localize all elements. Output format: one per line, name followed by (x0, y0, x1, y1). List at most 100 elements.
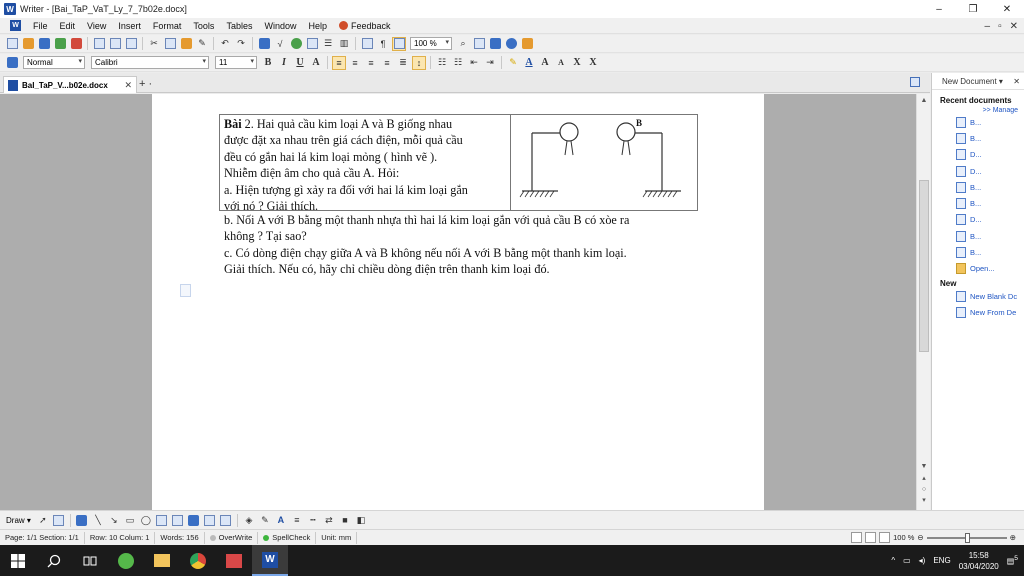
language-indicator[interactable]: ENG (933, 556, 950, 565)
paste-icon[interactable] (179, 37, 193, 51)
hyperlink-icon[interactable] (289, 37, 303, 51)
draw-font-color-button[interactable]: A (274, 513, 288, 527)
abc-spell-icon[interactable] (472, 37, 486, 51)
clock[interactable]: 15:58 03/04/2020 (959, 550, 999, 572)
taskbar-writer[interactable]: W (252, 545, 288, 576)
menu-view[interactable]: View (81, 21, 112, 31)
zoom-slider[interactable] (926, 532, 1007, 543)
align-left-icon[interactable]: ≡ (332, 55, 346, 70)
paragraph-object-icon[interactable] (180, 284, 191, 297)
menu-format[interactable]: Format (147, 21, 188, 31)
scrollbar-thumb[interactable] (919, 180, 929, 352)
fill-color-icon[interactable]: ◈ (242, 513, 256, 527)
underline-button[interactable]: U (293, 56, 307, 70)
highlight-icon[interactable]: ✎ (506, 56, 520, 70)
recent-doc-item[interactable]: B... (932, 244, 1024, 260)
open-document-item[interactable]: Open... (932, 261, 1024, 277)
textbox-icon[interactable] (155, 513, 169, 527)
vertical-scrollbar[interactable]: ▲ ▼ ▴ ○ ▾ (916, 94, 930, 510)
autoshapes-icon[interactable] (75, 513, 89, 527)
recent-doc-item[interactable]: D... (932, 212, 1024, 228)
italic-button[interactable]: I (277, 56, 291, 70)
find-icon[interactable]: ⌕ (456, 37, 470, 51)
spellcheck-icon[interactable] (124, 37, 138, 51)
insert-image-icon[interactable] (203, 513, 217, 527)
recent-doc-item[interactable]: B... (932, 130, 1024, 146)
menu-feedback[interactable]: Feedback (333, 20, 397, 31)
page-view-mode-icon[interactable] (851, 532, 863, 543)
picture-icon[interactable] (219, 513, 233, 527)
tab-close-icon[interactable]: ✕ (124, 80, 132, 91)
scroll-up-icon[interactable]: ▲ (918, 96, 930, 106)
font-size-combo[interactable]: 11 ▾ (215, 56, 257, 69)
subscript-button[interactable]: X (586, 56, 600, 70)
save-as-icon[interactable] (53, 37, 67, 51)
doc-restore-button[interactable]: ▫ (998, 21, 1002, 32)
document-page[interactable]: Bài 2. Hai quả cầu kim loại A và B giống… (152, 94, 764, 510)
page-view-icon[interactable] (392, 36, 406, 51)
arrow-icon[interactable]: ↘ (107, 513, 121, 527)
rectangle-icon[interactable]: ▭ (123, 513, 137, 527)
grow-font-button[interactable]: A (538, 56, 552, 70)
zoom-slider-knob[interactable] (964, 532, 970, 543)
menu-file[interactable]: File (27, 21, 54, 31)
font-color-button[interactable]: A (522, 56, 536, 70)
draw-menu-button[interactable]: Draw ▾ (6, 516, 31, 525)
wordart-icon[interactable] (187, 513, 201, 527)
rotate-icon[interactable] (52, 513, 66, 527)
close-button[interactable]: ✕ (990, 0, 1024, 18)
new-from-template-item[interactable]: New From De (932, 304, 1024, 320)
vertical-textbox-icon[interactable] (171, 513, 185, 527)
menu-insert[interactable]: Insert (112, 21, 147, 31)
shadow-icon[interactable]: ■ (338, 513, 352, 527)
dash-style-icon[interactable]: ┅ (306, 513, 320, 527)
menu-help[interactable]: Help (302, 21, 333, 31)
menu-tools[interactable]: Tools (187, 21, 220, 31)
insert-table-icon[interactable] (257, 37, 271, 51)
print-preview-icon[interactable] (108, 37, 122, 51)
network-icon[interactable]: ▭ (903, 556, 911, 565)
select-browse-icon[interactable]: ○ (918, 485, 930, 495)
show-hidden-icons[interactable]: ^ (891, 556, 895, 565)
full-screen-icon[interactable] (879, 532, 891, 543)
redo-icon[interactable]: ↷ (234, 37, 248, 51)
open-folder-icon[interactable] (21, 37, 35, 51)
recent-doc-item[interactable]: D... (932, 163, 1024, 179)
shrink-font-button[interactable]: A (554, 56, 568, 70)
scroll-down-icon[interactable]: ▼ (918, 462, 930, 472)
style-icon[interactable] (5, 56, 19, 70)
cut-icon[interactable]: ✂ (147, 37, 161, 51)
formula-icon[interactable]: √ (273, 37, 287, 51)
volume-icon[interactable]: ◂) (919, 556, 926, 565)
new-document-icon[interactable] (5, 37, 19, 51)
superscript-button[interactable]: X (570, 56, 584, 70)
help-icon[interactable] (504, 37, 518, 51)
export-pdf-icon[interactable] (69, 37, 83, 51)
font-combo[interactable]: Calibri ▾ (91, 56, 209, 69)
overwrite-toggle[interactable]: OverWrite (205, 531, 259, 544)
task-pane-close-icon[interactable]: ✕ (1013, 77, 1020, 86)
doc-minimize-button[interactable]: – (985, 21, 991, 32)
document-tab[interactable]: BaI_TaP_V...b02e.docx ✕ (3, 76, 137, 93)
bold-button[interactable]: B (261, 56, 275, 70)
copy-icon[interactable] (163, 37, 177, 51)
arrow-style-icon[interactable]: ⇄ (322, 513, 336, 527)
taskbar-app-1[interactable] (108, 545, 144, 576)
maximize-button[interactable]: ❐ (956, 0, 990, 18)
prev-page-icon[interactable]: ▴ (918, 474, 930, 484)
font-effect-button[interactable]: A (309, 56, 323, 70)
insert-picture-icon[interactable] (305, 37, 319, 51)
notification-icon[interactable]: ▤5 (1007, 555, 1018, 566)
doc-close-button[interactable]: ✕ (1010, 21, 1018, 32)
line-icon[interactable]: ╲ (91, 513, 105, 527)
save-icon[interactable] (37, 37, 51, 51)
select-pointer-icon[interactable]: ➚ (36, 513, 50, 527)
recent-doc-item[interactable]: D... (932, 147, 1024, 163)
zoom-in-icon[interactable]: ⊕ (1010, 533, 1016, 542)
taskbar-file-explorer[interactable] (144, 545, 180, 576)
spellcheck-toggle[interactable]: SpellCheck (258, 531, 317, 544)
menu-edit[interactable]: Edit (54, 21, 82, 31)
document-menu-icon[interactable]: W (10, 20, 21, 31)
decrease-indent-icon[interactable]: ⇤ (467, 56, 481, 70)
justify-icon[interactable]: ≡ (380, 56, 394, 70)
